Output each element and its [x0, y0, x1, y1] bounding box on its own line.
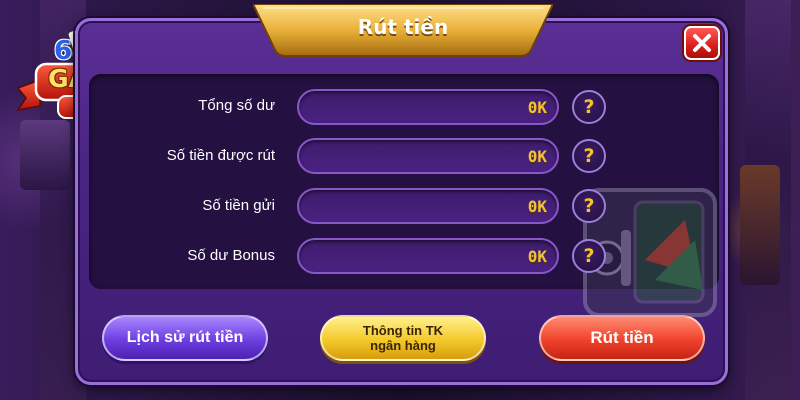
help-button-withdrawable-amount[interactable]: ? [572, 139, 606, 173]
label-total-balance: Tổng số dư [198, 97, 275, 114]
withdraw-history-label: Lịch sử rút tiền [126, 329, 244, 346]
background-tile [20, 120, 70, 190]
dialog-title: Rút tiền [357, 15, 449, 39]
close-button[interactable] [684, 26, 720, 60]
bank-info-button[interactable]: Thông tin TK ngân hàng [320, 315, 486, 361]
withdraw-history-button[interactable]: Lịch sử rút tiền [102, 315, 268, 361]
withdraw-label: Rút tiền [590, 328, 654, 347]
background-tile [740, 165, 780, 285]
label-withdrawable-amount: Số tiền được rút [166, 147, 275, 164]
field-bonus-balance: 0K [297, 238, 559, 274]
question-icon: ? [583, 195, 595, 217]
withdraw-button[interactable]: Rút tiền [539, 315, 705, 361]
label-bonus-balance: Số dư Bonus [187, 247, 275, 264]
question-icon: ? [583, 96, 595, 118]
field-deposit-amount: 0K [297, 188, 559, 224]
help-button-total-balance[interactable]: ? [572, 90, 606, 124]
bank-info-label: Thông tin TK ngân hàng [362, 323, 444, 353]
field-total-balance: 0K [297, 89, 559, 125]
help-button-deposit-amount[interactable]: ? [572, 189, 606, 223]
question-icon: ? [583, 145, 595, 167]
dialog-title-plate: Rút tiền [253, 4, 553, 57]
question-icon: ? [583, 245, 595, 267]
close-icon [693, 34, 711, 52]
value-deposit-amount: 0K [527, 197, 547, 216]
help-button-bonus-balance[interactable]: ? [572, 239, 606, 273]
value-total-balance: 0K [527, 98, 547, 117]
value-withdrawable-amount: 0K [527, 147, 547, 166]
label-deposit-amount: Số tiền gửi [202, 197, 275, 214]
field-withdrawable-amount: 0K [297, 138, 559, 174]
value-bonus-balance: 0K [527, 247, 547, 266]
